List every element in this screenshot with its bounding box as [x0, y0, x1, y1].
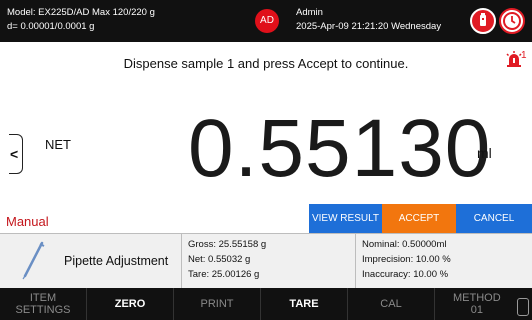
info-divider	[181, 234, 182, 288]
item-settings-label: ITEM	[29, 292, 57, 304]
mode-status: Manual	[6, 214, 49, 229]
datetime: 2025-Apr-09 21:21:20 Wednesday	[296, 21, 442, 32]
imprecision-value: Imprecision: 10.00 %	[362, 254, 451, 265]
model-info: Model: EX225D/AD Max 120/220 g d= 0.0000…	[7, 6, 155, 34]
header-bar: Model: EX225D/AD Max 120/220 g d= 0.0000…	[0, 0, 532, 42]
user-info: Admin 2025-Apr-09 21:21:20 Wednesday	[296, 6, 441, 34]
tare-value: Tare: 25.00126 g	[188, 269, 260, 280]
method-label: METHOD	[453, 292, 501, 304]
user-avatar[interactable]: AD	[255, 9, 279, 33]
model-line: Model: EX225D/AD Max 120/220 g	[7, 7, 155, 18]
item-settings-button[interactable]: ITEM SETTINGS	[0, 288, 87, 320]
cancel-button[interactable]: CANCEL	[456, 204, 532, 233]
zero-button[interactable]: ZERO	[87, 288, 174, 320]
left-arrow-icon[interactable]: <	[9, 134, 23, 174]
timer-icon[interactable]	[499, 8, 525, 34]
user-name: Admin	[296, 7, 323, 18]
pipette-icon	[20, 240, 46, 280]
net-label: NET	[45, 137, 71, 152]
edit-icon[interactable]	[517, 298, 529, 316]
alarm-count: 1	[521, 50, 527, 61]
info-panel: Pipette Adjustment Gross: 25.55158 g Net…	[0, 234, 532, 288]
cal-button[interactable]: CAL	[348, 288, 435, 320]
info-divider	[355, 234, 356, 288]
tare-button[interactable]: TARE	[261, 288, 348, 320]
spec-details: Nominal: 0.50000ml Imprecision: 10.00 % …	[362, 237, 451, 282]
method-name: Pipette Adjustment	[64, 254, 169, 268]
method-number: 01	[470, 304, 483, 316]
usb-icon[interactable]	[470, 8, 496, 34]
nominal-value: Nominal: 0.50000ml	[362, 239, 447, 250]
item-settings-label-2: SETTINGS	[15, 304, 71, 316]
action-bar: VIEW RESULT ACCEPT CANCEL	[309, 204, 532, 233]
print-button[interactable]: PRINT	[174, 288, 261, 320]
accept-button[interactable]: ACCEPT	[382, 204, 456, 233]
view-result-button[interactable]: VIEW RESULT	[309, 204, 382, 233]
resolution-line: d= 0.00001/0.0001 g	[7, 21, 95, 32]
net-value: Net: 0.55032 g	[188, 254, 251, 265]
instruction-text: Dispense sample 1 and press Accept to co…	[123, 56, 409, 71]
balance-screen: Model: EX225D/AD Max 120/220 g d= 0.0000…	[0, 0, 532, 320]
weight-unit: ml	[477, 145, 492, 161]
weight-value: 0.55130	[188, 103, 492, 194]
bottom-bar: ITEM SETTINGS ZERO PRINT TARE CAL METHOD 0…	[0, 288, 532, 320]
inaccuracy-value: Inaccuracy: 10.00 %	[362, 269, 449, 280]
gross-value: Gross: 25.55158 g	[188, 239, 267, 250]
weight-details: Gross: 25.55158 g Net: 0.55032 g Tare: 2…	[188, 237, 266, 282]
